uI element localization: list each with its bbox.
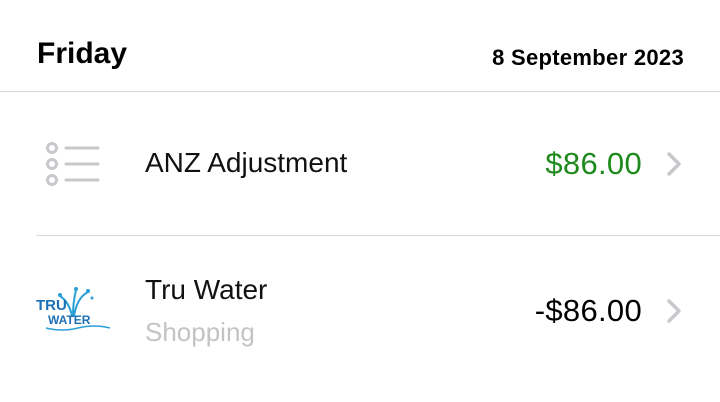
- day-date: 8 September 2023: [492, 45, 684, 70]
- list-icon: [46, 142, 100, 186]
- chevron-right-icon: [667, 299, 681, 323]
- transaction-name: ANZ Adjustment: [145, 147, 348, 178]
- day-section-header: Friday 8 September 2023: [0, 0, 720, 92]
- tru-water-logo: TRU WATER: [36, 287, 111, 331]
- transaction-row[interactable]: TRU WATER Tru Water Shopping -$86.00: [0, 236, 720, 402]
- transaction-amount: -$86.00: [534, 293, 642, 328]
- logo-text-top: TRU: [36, 297, 67, 314]
- transaction-amount: $86.00: [545, 146, 642, 181]
- chevron-right-icon: [667, 152, 681, 176]
- transaction-category: Shopping: [145, 317, 255, 347]
- transaction-name: Tru Water: [145, 274, 268, 305]
- logo-text-bottom: WATER: [48, 313, 91, 327]
- day-title: Friday: [37, 37, 128, 70]
- transaction-row[interactable]: ANZ Adjustment $86.00: [0, 92, 720, 235]
